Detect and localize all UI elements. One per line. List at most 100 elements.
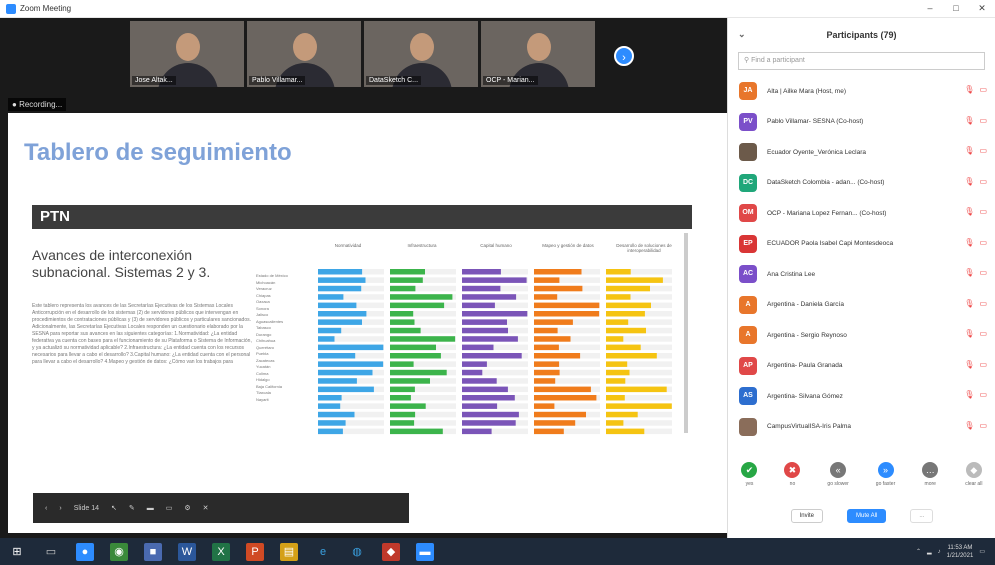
zoom-taskbar-icon[interactable]: ● [76, 542, 94, 561]
progress-matrix [318, 269, 672, 435]
teams-icon[interactable]: ■ [144, 542, 162, 561]
participant-name: CampusVirtualISA-Iris Palma [767, 423, 852, 431]
camera-off-icon[interactable]: ▭ [979, 146, 987, 155]
mic-muted-icon[interactable]: 🎙︎ [964, 177, 974, 186]
eraser-icon[interactable]: ▭ [166, 504, 173, 512]
camera-off-icon[interactable]: ▭ [979, 85, 987, 94]
reaction-go-slower[interactable]: « go slower [827, 462, 849, 487]
mic-muted-icon[interactable]: 🎙︎ [964, 390, 974, 399]
pen-icon[interactable]: ✎ [129, 504, 135, 512]
participant-row[interactable]: JA Alta | Ailke Mara (Host, me) 🎙︎ ▭ [728, 76, 995, 107]
notifications-icon[interactable]: ▭ [979, 548, 985, 555]
mic-muted-icon[interactable]: 🎙︎ [964, 85, 974, 94]
zoom-meeting-icon[interactable]: ▬ [416, 542, 434, 561]
prev-slide-icon[interactable]: ‹ [45, 505, 47, 512]
mic-muted-icon[interactable]: 🎙︎ [964, 299, 974, 308]
more-options-button[interactable]: ... [910, 509, 934, 523]
camera-off-icon[interactable]: ▭ [979, 207, 987, 216]
participant-row[interactable]: Ecuador Oyente_Verónica Leclara 🎙︎ ▭ [728, 137, 995, 168]
chevron-down-icon[interactable]: ⌄ [738, 29, 746, 40]
camera-off-icon[interactable]: ▭ [979, 177, 987, 186]
participant-row[interactable]: OM OCP - Mariana Lopez Fernan... (Co-host… [728, 198, 995, 229]
browser-icon[interactable]: ◍ [348, 543, 366, 561]
mic-muted-icon[interactable]: 🎙︎ [964, 360, 974, 369]
camera-off-icon[interactable]: ▭ [979, 116, 987, 125]
video-tile[interactable]: Pablo Villamar... [247, 21, 361, 87]
mic-muted-icon[interactable]: 🎙︎ [964, 116, 974, 125]
participant-row[interactable]: AP Argentina- Paula Granada 🎙︎ ▭ [728, 351, 995, 382]
participant-row[interactable]: CampusVirtualISA-Iris Palma 🎙︎ ▭ [728, 412, 995, 443]
tray-arrow-icon[interactable]: ⌃ [916, 548, 921, 555]
mute-all-button[interactable]: Mute All [846, 509, 887, 523]
participant-status-icons: 🎙︎ ▭ [964, 421, 987, 430]
matrix-cell-bar [390, 378, 430, 384]
zoom-icon [6, 3, 16, 14]
maximize-button[interactable]: □ [943, 3, 969, 14]
matrix-cell-bar [390, 369, 447, 376]
invite-button[interactable]: Invite [790, 509, 823, 523]
camera-off-icon[interactable]: ▭ [979, 329, 987, 338]
mic-muted-icon[interactable]: 🎙︎ [964, 238, 974, 247]
slide-scrollbar[interactable] [684, 233, 688, 433]
participant-row[interactable]: EP ECUADOR Paola Isabel Capi Montesdeoca 🎙… [728, 229, 995, 260]
file-explorer-icon[interactable]: ▤ [280, 542, 298, 561]
start-icon[interactable]: ⊞ [8, 543, 26, 561]
clock-date: 1/21/2021 [946, 552, 974, 559]
matrix-cell-bar [534, 395, 597, 401]
participant-row[interactable]: A Argentina - Daniela García 🎙︎ ▭ [728, 290, 995, 321]
video-tile[interactable]: Jose Altak... [130, 21, 244, 87]
next-videos-icon[interactable]: › [614, 46, 634, 66]
chrome-icon[interactable]: ◉ [110, 542, 128, 561]
mic-muted-icon[interactable]: 🎙︎ [964, 421, 974, 430]
participant-status-icons: 🎙︎ ▭ [964, 177, 987, 186]
mic-muted-icon[interactable]: 🎙︎ [964, 146, 974, 155]
matrix-cell-bar [390, 319, 415, 325]
mic-muted-icon[interactable]: 🎙︎ [964, 268, 974, 277]
matrix-cell-bar [318, 378, 357, 384]
reaction-go-faster[interactable]: » go faster [876, 462, 895, 487]
clock-time: 11:53 AM [947, 544, 973, 551]
reaction-label: clear all [965, 481, 983, 487]
participant-row[interactable]: PV Pablo Villamar- SESNA (Co-host) 🎙︎ ▭ [728, 107, 995, 138]
mic-muted-icon[interactable]: 🎙︎ [964, 329, 974, 338]
video-tile[interactable]: DataSketch C... [364, 21, 478, 87]
camera-off-icon[interactable]: ▭ [979, 421, 987, 430]
reaction-yes[interactable]: ✔ yes [741, 462, 758, 487]
edge-icon[interactable]: e [314, 543, 332, 561]
app-icon[interactable]: ◆ [382, 542, 400, 561]
minimize-button[interactable]: – [917, 3, 943, 14]
matrix-cell-bar [534, 344, 559, 351]
camera-off-icon[interactable]: ▭ [979, 299, 987, 308]
network-icon[interactable]: ▂ [927, 548, 932, 555]
participant-name: Ecuador Oyente_Verónica Leclara [767, 148, 867, 156]
highlighter-icon[interactable]: ▬ [147, 505, 154, 512]
pointer-icon[interactable]: ↖ [111, 504, 117, 512]
participant-row[interactable]: AS Argentina- Silvana Gómez 🎙︎ ▭ [728, 381, 995, 412]
participant-row[interactable]: A Argentina - Sergio Reynoso 🎙︎ ▭ [728, 320, 995, 351]
task-view-icon[interactable]: ▭ [42, 543, 60, 561]
reaction-clear-all[interactable]: ◆ clear all [965, 462, 982, 487]
mic-muted-icon[interactable]: 🎙︎ [964, 207, 974, 216]
reaction-no[interactable]: ✖ no [784, 462, 801, 487]
camera-off-icon[interactable]: ▭ [979, 360, 987, 369]
clock[interactable]: 11:53 AM 1/21/2021 [947, 544, 974, 560]
end-show-icon[interactable]: ✕ [203, 504, 209, 512]
close-button[interactable]: ✕ [969, 3, 995, 14]
camera-off-icon[interactable]: ▭ [979, 390, 987, 399]
camera-off-icon[interactable]: ▭ [979, 268, 987, 277]
powerpoint-icon[interactable]: P [246, 542, 264, 561]
camera-off-icon[interactable]: ▭ [979, 238, 987, 247]
matrix-cell-bar [390, 386, 415, 393]
reaction-more[interactable]: … more [922, 462, 939, 487]
excel-icon[interactable]: X [212, 542, 230, 561]
next-slide-icon[interactable]: › [59, 505, 61, 512]
volume-icon[interactable]: ♪ [938, 549, 941, 555]
participant-search-input[interactable]: ⚲ Find a participant [738, 52, 985, 70]
video-tile[interactable]: OCP - Marian... [481, 21, 595, 87]
avatar: AP [739, 356, 757, 375]
participant-row[interactable]: AC Ana Cristina Lee 🎙︎ ▭ [728, 259, 995, 290]
participant-row[interactable]: DC DataSketch Colombia - adan... (Co-host… [728, 168, 995, 199]
participant-name: OCP - Mariana Lopez Fernan... (Co-host) [767, 209, 887, 217]
settings-icon[interactable]: ⚙ [184, 504, 190, 512]
word-icon[interactable]: W [178, 542, 196, 561]
